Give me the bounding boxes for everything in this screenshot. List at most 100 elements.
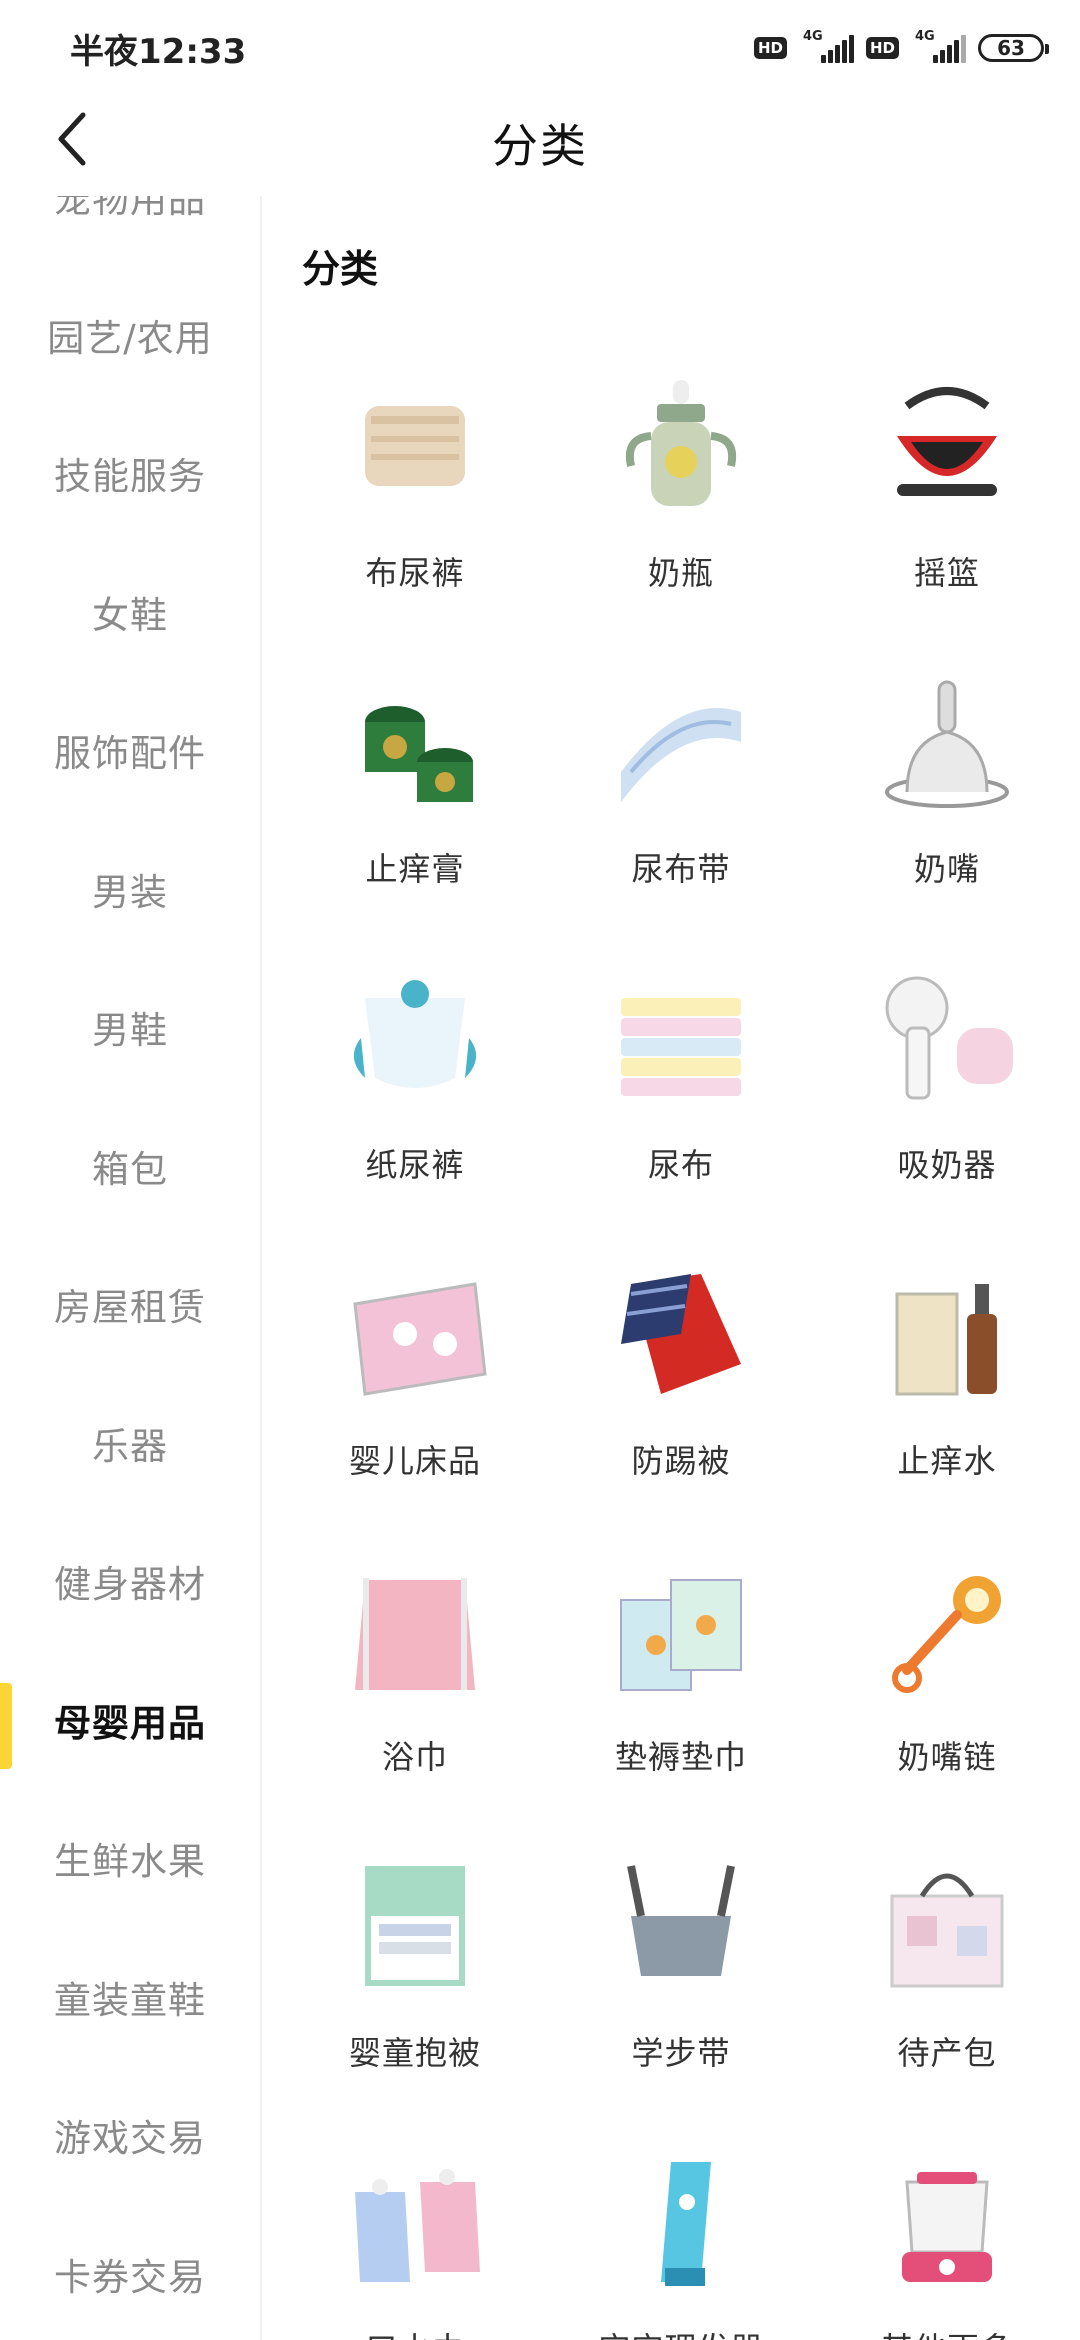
category-label: 尿布 — [647, 1146, 714, 1184]
status-bar: 半夜12:33 HD 4G HD 4G 63 — [0, 0, 1080, 96]
category-item[interactable]: 奶瓶 — [548, 362, 814, 658]
category-item[interactable]: 吸奶器 — [814, 954, 1080, 1250]
sidebar-item[interactable]: 女鞋 — [0, 543, 260, 682]
category-label: 口水巾 — [365, 2324, 464, 2340]
balm-jar-icon — [335, 662, 495, 822]
sidebar-item-label: 园艺/农用 — [47, 316, 213, 360]
bath-towel-icon — [335, 1550, 495, 1710]
sidebar-item[interactable]: 生鲜水果 — [0, 1789, 260, 1928]
sidebar-item[interactable]: 箱包 — [0, 1097, 260, 1236]
network-type-label: 4G — [802, 29, 823, 44]
hair-clipper-icon — [601, 2142, 761, 2302]
category-item[interactable]: 婴童抱被 — [282, 1842, 548, 2138]
category-item[interactable]: 口水巾 — [282, 2138, 548, 2340]
category-label: 摇篮 — [913, 554, 980, 592]
section-title: 分类 — [302, 247, 379, 291]
category-item[interactable]: 婴儿床品 — [282, 1250, 548, 1546]
spray-bottle-icon — [867, 1254, 1027, 1414]
category-label: 纸尿裤 — [365, 1146, 465, 1184]
category-item[interactable]: 防踢被 — [548, 1250, 814, 1546]
category-item[interactable]: 布尿裤 — [282, 362, 548, 658]
bib-icon — [335, 2142, 495, 2302]
sidebar-item[interactable]: 男鞋 — [0, 958, 260, 1097]
category-label: 止痒水 — [897, 1442, 997, 1480]
car-seat-cradle-icon — [867, 366, 1027, 526]
category-item[interactable]: 学步带 — [548, 1842, 814, 2138]
category-item[interactable]: 待产包 — [814, 1842, 1080, 2138]
category-label: 浴巾 — [381, 1738, 448, 1776]
category-item[interactable]: 奶嘴 — [814, 658, 1080, 954]
category-label: 婴儿床品 — [348, 1442, 481, 1480]
signal-icon: 4G — [799, 29, 854, 63]
category-item[interactable]: 摇篮 — [814, 362, 1080, 658]
sidebar-item[interactable]: 技能服务 — [0, 404, 260, 543]
sidebar-item-label: 卡券交易 — [54, 2255, 206, 2299]
hd-badge: HD — [753, 37, 787, 59]
category-sidebar[interactable]: 宠物用品园艺/农用技能服务女鞋服饰配件男装男鞋箱包房屋租赁乐器健身器材母婴用品生… — [0, 196, 262, 2340]
category-item[interactable]: 尿布 — [548, 954, 814, 1250]
sidebar-item-label: 健身器材 — [54, 1563, 206, 1607]
category-item[interactable]: 宝宝理发器 — [548, 2138, 814, 2340]
category-label: 奶嘴链 — [897, 1738, 997, 1776]
signal-icon-2: 4G — [911, 29, 966, 63]
sidebar-item-label: 女鞋 — [92, 593, 168, 637]
sidebar-item-label: 男装 — [92, 870, 168, 914]
sleeping-bag-icon — [601, 1254, 761, 1414]
status-icons: HD 4G HD 4G 63 — [753, 29, 1049, 63]
sidebar-item-label: 母婴用品 — [54, 1701, 206, 1745]
hd-badge-2: HD — [865, 37, 899, 59]
category-label: 垫褥垫巾 — [614, 1738, 747, 1776]
sidebar-item[interactable]: 童装童鞋 — [0, 1928, 260, 2067]
sidebar-item[interactable]: 园艺/农用 — [0, 266, 260, 405]
category-item[interactable]: 垫褥垫巾 — [548, 1546, 814, 1842]
category-item[interactable]: 尿布带 — [548, 658, 814, 954]
category-label: 布尿裤 — [365, 554, 465, 592]
diaper-stack-icon — [601, 958, 761, 1118]
category-label: 止痒膏 — [365, 850, 465, 888]
category-label: 学步带 — [631, 2034, 731, 2072]
sidebar-item[interactable]: 宠物用品 — [0, 196, 260, 266]
category-label: 防踢被 — [631, 1442, 731, 1480]
category-item[interactable]: 止痒水 — [814, 1250, 1080, 1546]
sidebar-item-label: 技能服务 — [54, 455, 206, 499]
sidebar-item[interactable]: 男装 — [0, 820, 260, 959]
sidebar-item-label: 箱包 — [92, 1147, 168, 1191]
category-label: 奶嘴 — [913, 850, 980, 888]
category-label: 奶瓶 — [647, 554, 714, 592]
nipple-icon — [867, 662, 1027, 822]
category-item[interactable]: 止痒膏 — [282, 658, 548, 954]
pacifier-chain-icon — [867, 1550, 1027, 1710]
sidebar-item[interactable]: 卡券交易 — [0, 2205, 260, 2340]
battery-icon: 63 — [978, 34, 1049, 62]
network-type-label-2: 4G — [915, 29, 935, 44]
sidebar-item-label: 房屋租赁 — [54, 1286, 206, 1330]
paper-diaper-icon — [335, 958, 495, 1118]
category-item[interactable]: 纸尿裤 — [282, 954, 548, 1250]
sidebar-item[interactable]: 房屋租赁 — [0, 1235, 260, 1374]
walking-harness-icon — [601, 1846, 761, 2006]
category-content[interactable]: 分类 布尿裤 奶瓶 摇篮止痒膏 尿布带 奶嘴纸尿裤 尿布 吸奶器婴儿床品 防踢被 止痒水浴巾 垫褥… — [262, 196, 1080, 2340]
category-item[interactable]: 浴巾 — [282, 1546, 548, 1842]
category-item[interactable]: 奶嘴链 — [814, 1546, 1080, 1842]
sidebar-item-label: 男鞋 — [92, 1009, 168, 1053]
category-label: 宝宝理发器 — [598, 2324, 763, 2340]
sidebar-item[interactable]: 游戏交易 — [0, 2066, 260, 2205]
category-label: 婴童抱被 — [348, 2034, 481, 2072]
diaper-belt-icon — [601, 662, 761, 822]
category-label: 尿布带 — [631, 850, 731, 888]
sidebar-item[interactable]: 母婴用品 — [0, 1651, 260, 1790]
sidebar-item-label: 童装童鞋 — [54, 1978, 206, 2022]
sidebar-item[interactable]: 服饰配件 — [0, 681, 260, 820]
sidebar-item-label: 宠物用品 — [54, 196, 206, 222]
cloth-diaper-icon — [335, 366, 495, 526]
nav-bar: 分类 — [0, 96, 1080, 182]
category-label: 其他更多 — [881, 2324, 1013, 2340]
sidebar-item-label: 服饰配件 — [54, 732, 206, 776]
category-item[interactable]: 其他更多 — [814, 2138, 1080, 2340]
changing-pad-icon — [601, 1550, 761, 1710]
category-grid: 布尿裤 奶瓶 摇篮止痒膏 尿布带 奶嘴纸尿裤 尿布 吸奶器婴儿床品 防踢被 止痒水浴巾 垫褥垫巾 奶… — [282, 362, 1080, 2340]
crib-bedding-icon — [335, 1254, 495, 1414]
sidebar-item[interactable]: 乐器 — [0, 1374, 260, 1513]
sidebar-item[interactable]: 健身器材 — [0, 1512, 260, 1651]
category-label: 待产包 — [897, 2034, 997, 2072]
